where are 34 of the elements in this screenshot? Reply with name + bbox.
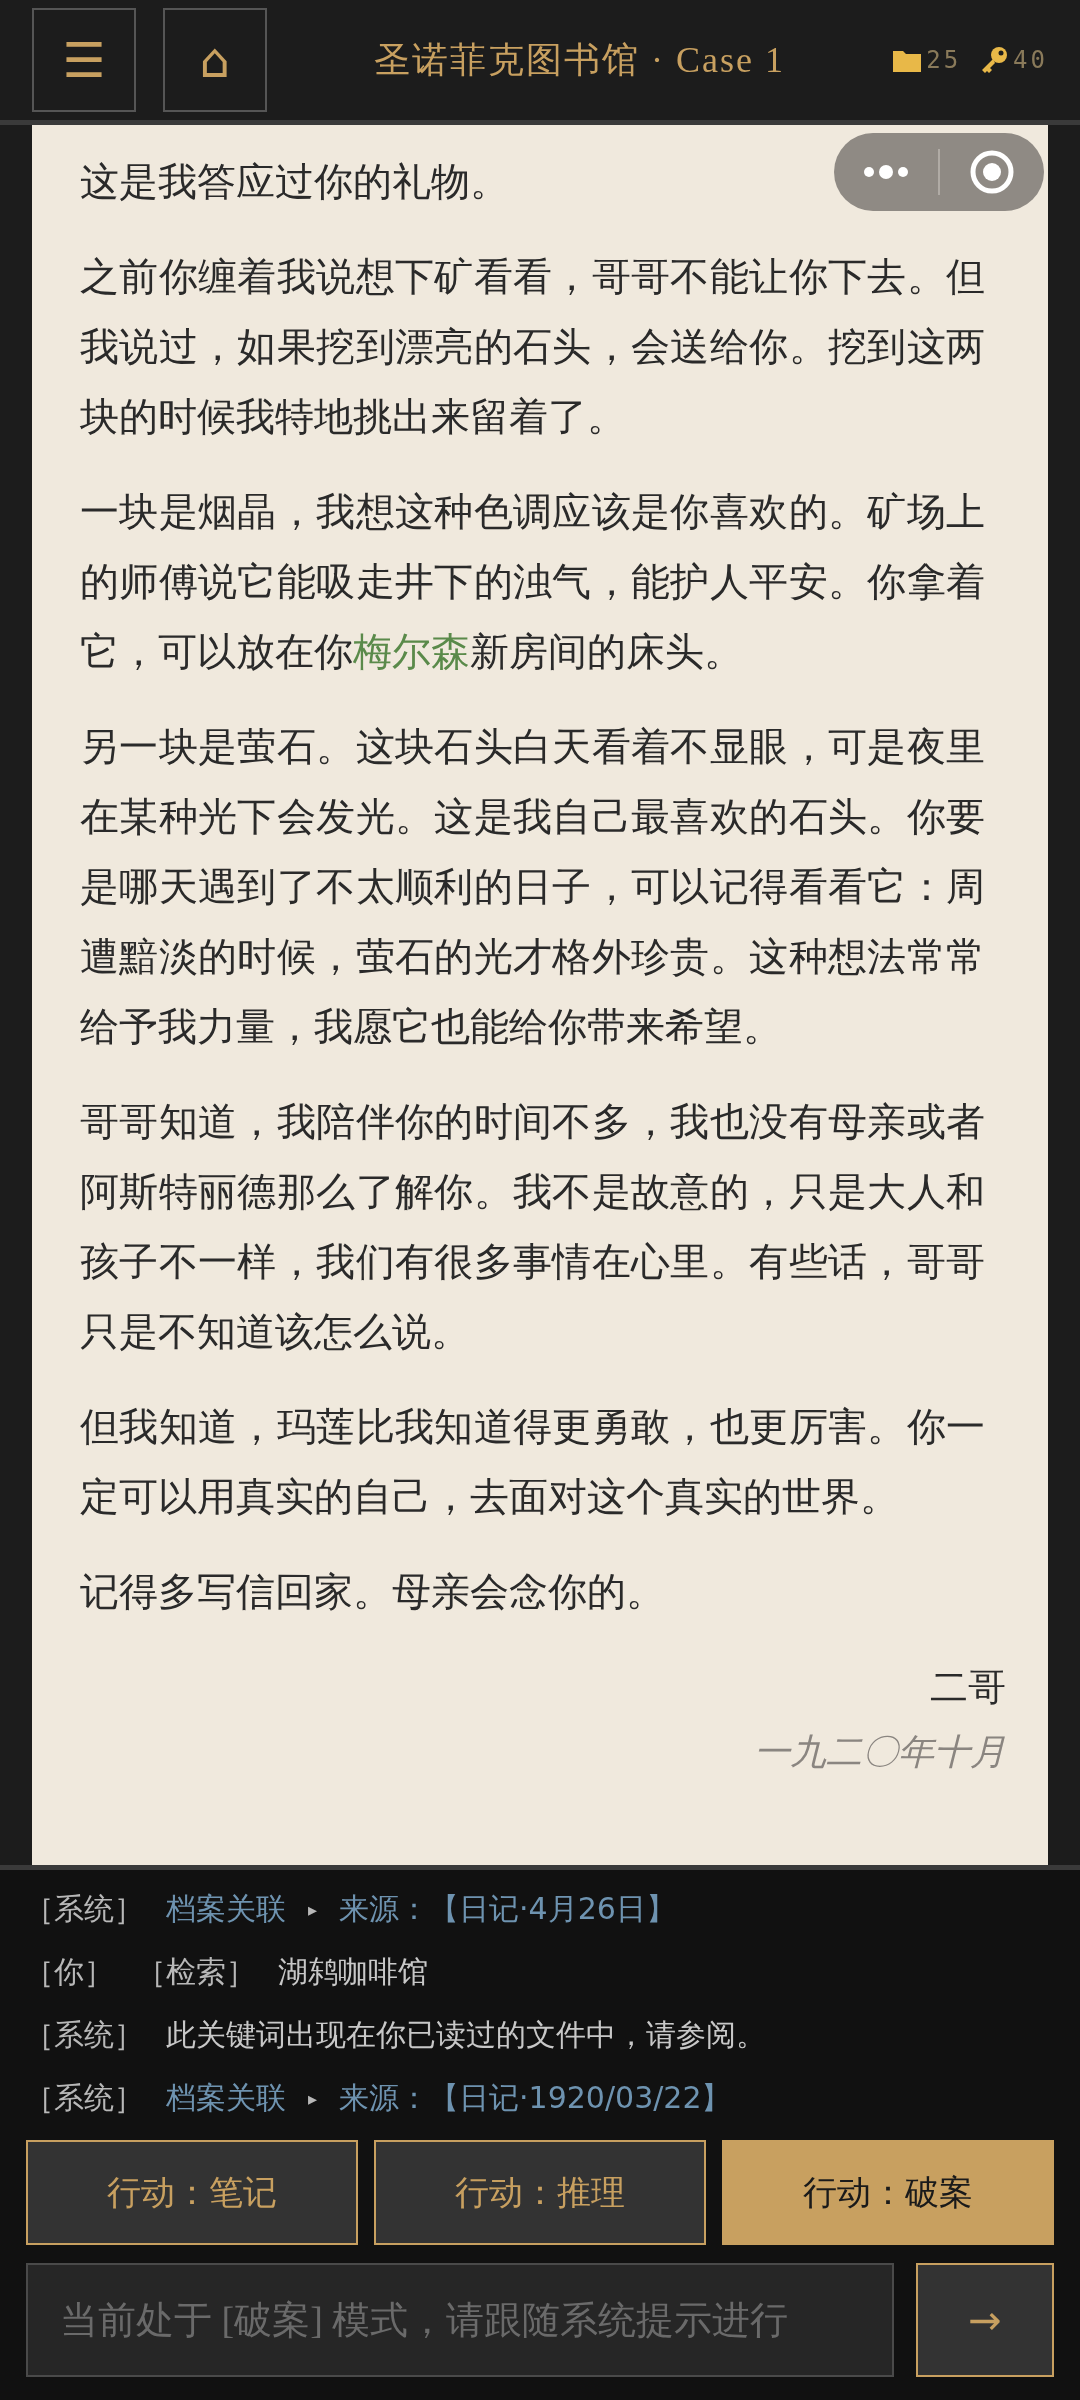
home-button[interactable]: ⌂ — [163, 8, 267, 112]
archive-link[interactable]: 档案关联 — [166, 2078, 286, 2119]
stat-count: 25 — [926, 46, 962, 74]
archive-link[interactable]: 来源：【日记·1920/03/22】 — [339, 2078, 732, 2119]
stat-count: 40 — [1013, 46, 1048, 74]
tag-label: ［系统］ — [24, 2016, 144, 2054]
arrow-icon: ▸ — [308, 1899, 318, 1920]
arrow-icon: ▸ — [308, 2088, 318, 2109]
letter-paragraph: 一块是烟晶，我想这种色调应该是你喜欢的。矿场上的师傅说它能吸走井下的浊气，能护人平安。你拿着它，可以放在你梅尔森新房间的床头。 — [80, 490, 985, 675]
action-tab[interactable]: 行动：笔记 — [26, 2140, 358, 2245]
input-field[interactable]: 当前处于 [破案] 模式，请跟随系统提示进行 — [26, 2263, 894, 2377]
signature: 二哥 — [930, 1665, 1006, 1710]
archive-link[interactable]: 档案关联 — [166, 1889, 286, 1930]
letter-paragraph: 记得多写信回家。母亲会念你的。 — [80, 1570, 665, 1615]
send-button[interactable]: → — [916, 2263, 1054, 2377]
log-text: 湖鸫咖啡馆 — [278, 1953, 428, 1991]
letter-paragraph: 哥哥知道，我陪伴你的时间不多，我也没有母亲或者阿斯特丽德那么了解你。我不是故意的，只是大人和孩子不一样，我们有很多事情在心里。有些话，哥哥只是不知道该怎么说。 — [80, 1100, 985, 1355]
letter-paragraph: 之前你缠着我说想下矿看看，哥哥不能让你下去。但我说过，如果挖到漂亮的石头，会送给你。挖到这两块的时候我特地挑出来留着了。 — [80, 255, 985, 440]
letter-paragraph: 另一块是萤石。这块石头白天看着不显眼，可是夜里在某种光下会发光。这是我自己最喜欢的石头。你要是哪天遇到了不太顺利的日子，可以记得看看它：周遭黯淡的时候，萤石的光才格外珍贵。这种想法常常给予我力量，我愿它也能给你带来希望。 — [80, 725, 985, 1050]
tag-label: ［你］ — [24, 1953, 114, 1991]
archive-link[interactable]: 来源：【日记·4月26日】 — [339, 1889, 676, 1930]
menu-button[interactable]: ☰ — [32, 8, 136, 112]
log-text: 此关键词出现在你已读过的文件中，请参阅。 — [166, 2016, 766, 2054]
letter-paragraph: 这是我答应过你的礼物。 — [80, 160, 509, 205]
tag-label: ［系统］ — [24, 2079, 144, 2117]
tag-label: ［系统］ — [24, 1890, 144, 1928]
page-title: 圣诺菲克图书馆 · Case 1 — [374, 38, 786, 82]
letter-date: 一九二〇年十月 — [754, 1731, 1006, 1774]
action-tab[interactable]: 行动：破案 — [722, 2140, 1054, 2245]
action-tab[interactable]: 行动：推理 — [374, 2140, 706, 2245]
tag-label: ［检索］ — [136, 1953, 256, 1991]
more-icon[interactable] — [861, 164, 911, 180]
name-link[interactable]: 梅尔森 — [353, 631, 470, 673]
letter-paragraph: 但我知道，玛莲比我知道得更勇敢，也更厉害。你一定可以用真实的自己，去面对这个真实的世界。 — [80, 1405, 985, 1520]
